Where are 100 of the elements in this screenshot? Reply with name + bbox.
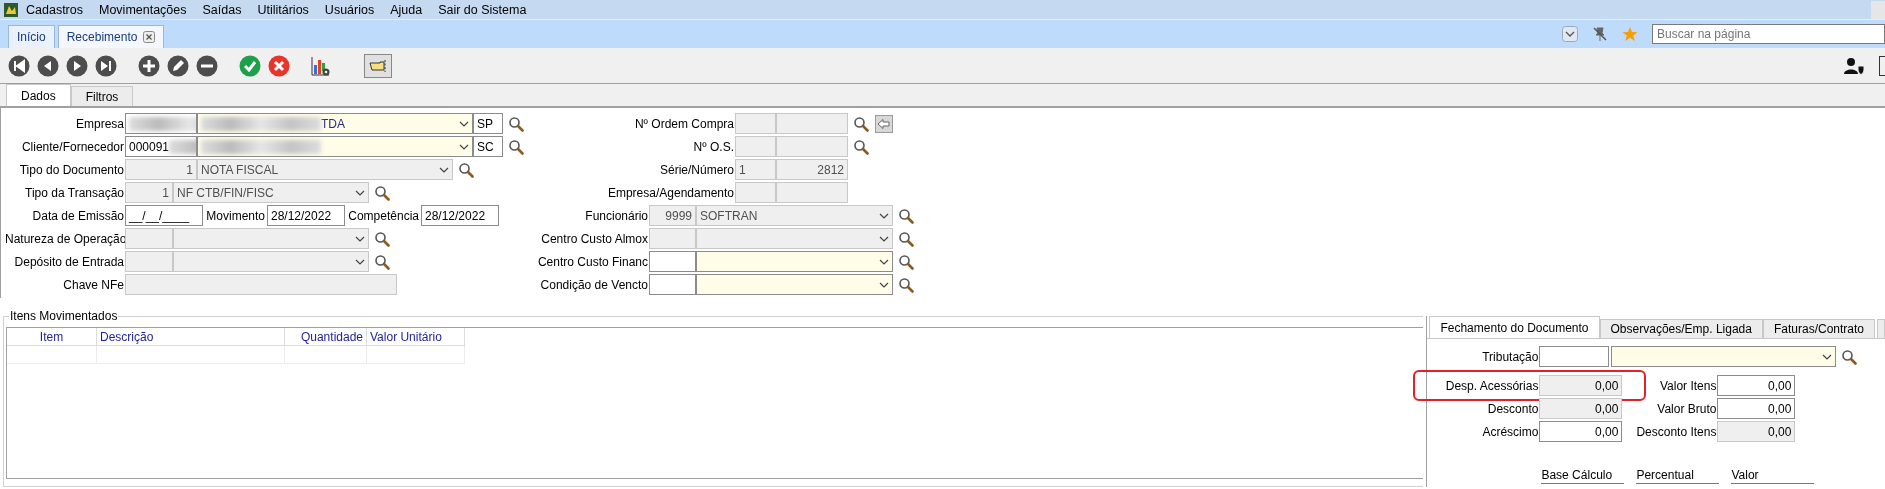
tab[interactable]: Observações/Emp. Ligada bbox=[1599, 319, 1763, 338]
previous-icon[interactable] bbox=[37, 54, 59, 77]
field-label: Competência bbox=[347, 208, 420, 223]
chevron-down-icon[interactable] bbox=[1562, 26, 1578, 42]
input-field[interactable] bbox=[649, 274, 696, 295]
menu-item[interactable]: Cadastros bbox=[18, 2, 91, 17]
dropdown-field[interactable] bbox=[1611, 346, 1837, 367]
field-label: Tributação bbox=[1481, 349, 1540, 364]
caret-icon bbox=[879, 258, 889, 265]
search-icon[interactable] bbox=[374, 230, 390, 247]
caret-icon bbox=[439, 166, 449, 173]
check-icon[interactable] bbox=[239, 54, 261, 77]
close-icon[interactable] bbox=[143, 31, 156, 43]
search-icon[interactable] bbox=[853, 115, 869, 132]
search-icon[interactable] bbox=[898, 230, 914, 247]
tab[interactable]: Recebimento bbox=[57, 25, 165, 48]
search-icon[interactable] bbox=[898, 207, 914, 224]
back-arrow-button[interactable] bbox=[875, 114, 893, 133]
field-label: Tipo do Documento bbox=[18, 162, 125, 177]
input-field[interactable]: __/__/____ bbox=[125, 205, 203, 226]
field-label: Nº O.S. bbox=[692, 139, 735, 154]
first-record-icon[interactable] bbox=[8, 54, 30, 77]
column-header[interactable]: Item bbox=[7, 328, 97, 346]
tab[interactable]: Dados bbox=[6, 84, 71, 106]
caret-icon bbox=[355, 189, 365, 196]
field-label: Chave NFe bbox=[62, 277, 125, 292]
caret-icon bbox=[879, 281, 889, 288]
tab[interactable]: Filtros bbox=[70, 86, 134, 106]
field-label: Movimento bbox=[205, 208, 266, 223]
field-label: Série/Número bbox=[658, 162, 735, 177]
search-icon[interactable] bbox=[458, 161, 474, 178]
last-record-icon[interactable] bbox=[95, 54, 117, 77]
input-field[interactable]: SP bbox=[473, 113, 503, 134]
input-field[interactable]: SC bbox=[473, 136, 503, 157]
menu-item[interactable]: Sair do Sistema bbox=[430, 2, 535, 17]
app-logo-icon bbox=[4, 2, 18, 17]
input-field[interactable]: 000091 bbox=[125, 136, 197, 157]
caret-icon bbox=[355, 235, 365, 242]
field-label: Tipo da Transação bbox=[24, 185, 125, 200]
column-header[interactable]: Quantidade bbox=[285, 328, 367, 346]
input-field[interactable]: 0,00 bbox=[1717, 421, 1796, 442]
field-label: Data de Emissão bbox=[31, 208, 125, 223]
column-header[interactable]: Valor Unitário bbox=[367, 328, 465, 346]
unpin-icon[interactable] bbox=[1592, 26, 1608, 42]
column-header: Percentual bbox=[1636, 468, 1720, 484]
group-title: Itens Movimentados bbox=[9, 309, 119, 323]
field-label: Empresa bbox=[74, 116, 125, 131]
window-icon[interactable] bbox=[1879, 55, 1885, 76]
input-field[interactable]: 0,00 bbox=[1539, 421, 1623, 442]
menu-item[interactable]: Saídas bbox=[194, 2, 250, 17]
search-icon[interactable] bbox=[853, 138, 869, 155]
field-label: Natureza de Operação bbox=[5, 231, 125, 246]
caret-icon bbox=[459, 143, 469, 150]
input-field[interactable]: 28/12/2022 bbox=[421, 205, 499, 226]
menu-item[interactable]: Utilitários bbox=[249, 2, 317, 17]
field-label: Desp. Acessórias bbox=[1444, 378, 1540, 393]
field-label: Cliente/Fornecedor bbox=[20, 139, 125, 154]
tab[interactable]: Faturas/Contrato bbox=[1762, 319, 1875, 338]
input-field[interactable] bbox=[1539, 346, 1610, 367]
search-icon[interactable] bbox=[898, 253, 914, 270]
search-icon[interactable] bbox=[374, 253, 390, 270]
next-icon[interactable] bbox=[66, 54, 88, 77]
menu-item[interactable]: Movimentações bbox=[91, 2, 195, 17]
chart-settings-icon[interactable] bbox=[309, 54, 331, 77]
input-field[interactable] bbox=[649, 251, 696, 272]
search-icon[interactable] bbox=[898, 276, 914, 293]
field-label: Desconto bbox=[1486, 401, 1540, 416]
search-icon[interactable] bbox=[508, 115, 524, 132]
column-header: Valor bbox=[1731, 468, 1815, 484]
tab[interactable]: Início bbox=[8, 25, 55, 48]
dropdown-field[interactable] bbox=[696, 251, 893, 272]
search-field[interactable]: Buscar na página bbox=[1652, 24, 1885, 44]
caret-icon bbox=[459, 120, 469, 127]
star-icon[interactable] bbox=[1622, 26, 1638, 42]
search-icon[interactable] bbox=[1841, 348, 1858, 365]
dropdown-field[interactable]: TDA bbox=[197, 113, 473, 134]
caret-icon bbox=[355, 258, 365, 265]
dropdown-field[interactable] bbox=[197, 136, 473, 157]
caret-icon bbox=[1822, 353, 1833, 360]
menu-item[interactable]: Ajuda bbox=[382, 2, 431, 17]
close-icon[interactable] bbox=[268, 54, 290, 77]
field-label: Centro Custo Almox bbox=[540, 231, 649, 246]
field-label: Acréscimo bbox=[1481, 424, 1540, 439]
field-label: Depósito de Entrada bbox=[13, 254, 125, 269]
field-label: Funcionário bbox=[584, 208, 649, 223]
pencil-icon[interactable] bbox=[167, 54, 189, 77]
caret-icon bbox=[879, 212, 889, 219]
field-label: Condição de Vencto bbox=[539, 277, 649, 292]
dropdown-field[interactable] bbox=[696, 274, 893, 295]
search-icon[interactable] bbox=[508, 138, 524, 155]
minus-icon[interactable] bbox=[196, 54, 218, 77]
add-icon[interactable] bbox=[138, 54, 160, 77]
input-field[interactable]: 28/12/2022 bbox=[267, 205, 345, 226]
search-icon[interactable] bbox=[374, 184, 390, 201]
field-label: Valor Itens bbox=[1658, 378, 1718, 393]
menu-item[interactable]: Usuários bbox=[316, 2, 383, 17]
tab[interactable]: Fechamento do Documento bbox=[1429, 316, 1600, 338]
field-label: Nº Ordem Compra bbox=[633, 116, 735, 131]
column-header[interactable]: Descrição bbox=[97, 328, 285, 346]
user-shield-icon[interactable] bbox=[1843, 56, 1865, 75]
